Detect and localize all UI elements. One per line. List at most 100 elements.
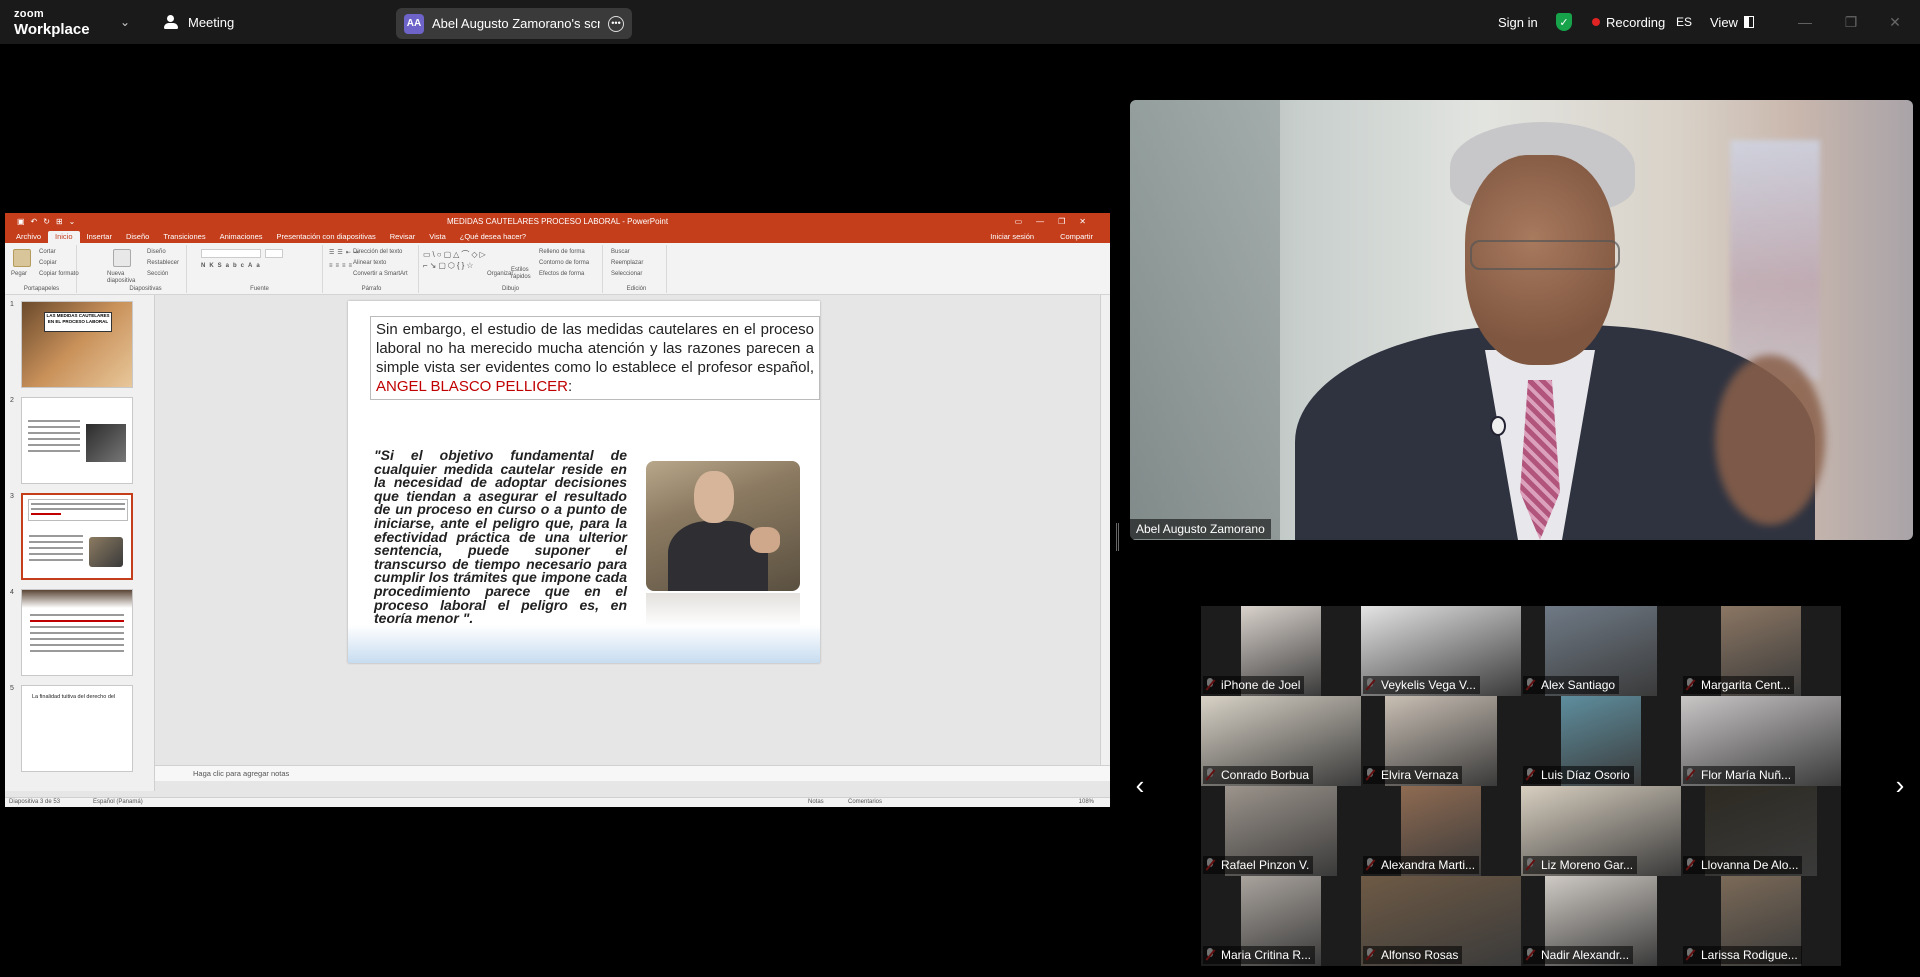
gallery-next-button[interactable]: › [1890,770,1910,800]
ppt-title-bar: ▣↶↻⊞⌄ MEDIDAS CAUTELARES PROCESO LABORAL… [5,213,1110,229]
professor-photo[interactable] [646,461,800,591]
ppt-window-controls[interactable]: ▭—❐✕ [1015,217,1100,226]
tab-diseno[interactable]: Diseño [119,231,156,243]
quick-styles-button[interactable]: Estilos rápidos [511,267,535,281]
group-text-tools: Dirección del texto Alinear texto Conver… [341,245,415,293]
paste-label[interactable]: Pegar [11,271,27,277]
participant-tile[interactable]: Veykelis Vega V... [1361,606,1521,696]
new-slide-icon[interactable] [113,249,131,267]
language-indicator[interactable]: Español (Panamá) [93,798,143,807]
participant-tile[interactable]: Larissa Rodigue... [1681,876,1841,966]
gallery-prev-button[interactable]: ‹ [1130,770,1150,800]
tab-archivo[interactable]: Archivo [9,231,48,243]
participant-tile[interactable]: Alfonso Rosas [1361,876,1521,966]
minimize-icon[interactable]: — [1790,8,1820,36]
slide-intro-text: Sin embargo, el estudio de las medidas c… [376,321,814,376]
reset-button[interactable]: Restablecer [147,260,179,266]
ppt-share[interactable]: Compartir [1053,231,1100,243]
align-text-button[interactable]: Alinear texto [353,260,386,266]
format-painter-button[interactable]: Copiar formato [39,271,79,277]
tab-insertar[interactable]: Insertar [80,231,119,243]
tab-animaciones[interactable]: Animaciones [213,231,270,243]
slide-intro-textbox[interactable]: Sin embargo, el estudio de las medidas c… [370,316,820,400]
current-slide[interactable]: Sin embargo, el estudio de las medidas c… [348,301,820,663]
replace-button[interactable]: Reemplazar [611,260,643,266]
participant-tile[interactable]: Alex Santiago [1521,606,1681,696]
tab-transiciones[interactable]: Transiciones [156,231,212,243]
participant-tile[interactable]: Liz Moreno Gar... [1521,786,1681,876]
ppt-sign-in[interactable]: Iniciar sesión [983,231,1041,243]
group-label: Portapapeles [23,286,60,292]
tab-vista[interactable]: Vista [422,231,453,243]
layout-button[interactable]: Diseño [147,249,166,255]
slide-scrollbar[interactable] [1100,295,1110,765]
participants-icon [162,15,180,29]
shape-fill-button[interactable]: Relleno de forma [539,249,585,255]
group-label: Diapositivas [129,286,162,292]
more-icon[interactable]: ••• [608,15,624,32]
participant-tile[interactable]: Margarita Cent... [1681,606,1841,696]
arrange-button[interactable]: Organizar [487,271,513,277]
language-button[interactable]: ES [1676,0,1692,44]
participant-name: Margarita Cent... [1683,676,1795,694]
participant-tile[interactable]: Rafael Pinzon V. [1201,786,1361,876]
select-button[interactable]: Seleccionar [611,271,642,277]
meeting-button[interactable]: Meeting [162,0,234,44]
notes-pane[interactable]: Haga clic para agregar notas [155,765,1110,781]
text-direction-button[interactable]: Dirección del texto [353,249,402,255]
slide-quote-text[interactable]: "Si el objetivo fundamental de cualquier… [374,448,627,626]
participant-tile[interactable]: Flor María Nuñ... [1681,696,1841,786]
speaker-video[interactable] [1130,100,1913,540]
slide-thumbnail-4[interactable] [21,589,133,676]
maximize-icon[interactable]: ❐ [1836,8,1866,36]
new-slide-button[interactable]: Nueva diapositiva [107,271,143,285]
cut-button[interactable]: Cortar [39,249,56,255]
split-resize-handle[interactable] [1116,523,1119,551]
view-button[interactable]: View [1710,0,1754,44]
chevron-down-icon[interactable]: ⌄ [120,0,130,44]
group-dibujo: ▭\○▢△⌒◇▷ ⌐↘▢⬡{}☆ Organizar Estilos rápid… [419,245,603,293]
shape-outline-button[interactable]: Contorno de forma [539,260,589,266]
participant-tile[interactable]: Elvira Vernaza [1361,696,1521,786]
slide-thumbnail-2[interactable] [21,397,133,484]
slide-thumbnail-3[interactable] [21,493,133,580]
group-edicion: Buscar Reemplazar Seleccionar Edición [607,245,667,293]
participant-tile[interactable]: Maria Critina R... [1201,876,1361,966]
participant-tile[interactable]: Nadir Alexandr... [1521,876,1681,966]
smartart-button[interactable]: Convertir a SmartArt [353,271,408,277]
shape-effects-button[interactable]: Efectos de forma [539,271,584,277]
font-style-buttons[interactable]: NKSabcAa [201,263,264,269]
recording-indicator[interactable]: Recording [1592,0,1665,44]
tab-presentacion[interactable]: Presentación con diapositivas [270,231,383,243]
slide-thumbnails-panel[interactable]: 1 LAS MEDIDAS CAUTELARES EN EL PROCESO L… [5,295,155,791]
zoom-level[interactable]: 108% [1079,798,1094,807]
meeting-label: Meeting [188,14,235,30]
comments-toggle[interactable]: Comentarios [848,798,882,807]
copy-button[interactable]: Copiar [39,260,57,266]
sign-in-button[interactable]: Sign in [1498,0,1538,44]
slide-thumbnail-1[interactable]: LAS MEDIDAS CAUTELARES EN EL PROCESO LAB… [21,301,133,388]
section-button[interactable]: Sección [147,271,168,277]
slide-thumbnail-5[interactable]: La finalidad tuitiva del derecho del [21,685,133,772]
participant-tile[interactable]: Conrado Borbua [1201,696,1361,786]
paste-icon[interactable] [13,249,31,267]
font-size-select[interactable] [265,249,283,258]
participant-tile[interactable]: Llovanna De Alo... [1681,786,1841,876]
notes-toggle[interactable]: Notas [808,798,824,807]
ppt-status-bar: Diapositiva 3 de 53 Español (Panamá) Not… [5,797,1110,807]
find-button[interactable]: Buscar [611,249,630,255]
tab-inicio[interactable]: Inicio [48,231,80,243]
encryption-shield-icon[interactable]: ✓ [1556,0,1572,44]
slide-editor[interactable]: Sin embargo, el estudio de las medidas c… [155,295,1110,765]
participant-tile[interactable]: Alexandra Marti... [1361,786,1521,876]
thumb-snippet: La finalidad tuitiva del derecho del [32,694,116,700]
screen-share-indicator[interactable]: AA Abel Augusto Zamorano's screen ••• [396,8,632,39]
shapes-gallery[interactable]: ▭\○▢△⌒◇▷ [423,249,488,260]
tab-revisar[interactable]: Revisar [383,231,422,243]
tell-me-search[interactable]: ¿Qué desea hacer? [453,231,533,243]
shapes-gallery-row2[interactable]: ⌐↘▢⬡{}☆ [423,261,475,270]
font-family-select[interactable] [201,249,261,258]
close-icon[interactable]: ✕ [1880,8,1910,36]
participant-tile[interactable]: Luis Díaz Osorio [1521,696,1681,786]
participant-tile[interactable]: iPhone de Joel [1201,606,1361,696]
